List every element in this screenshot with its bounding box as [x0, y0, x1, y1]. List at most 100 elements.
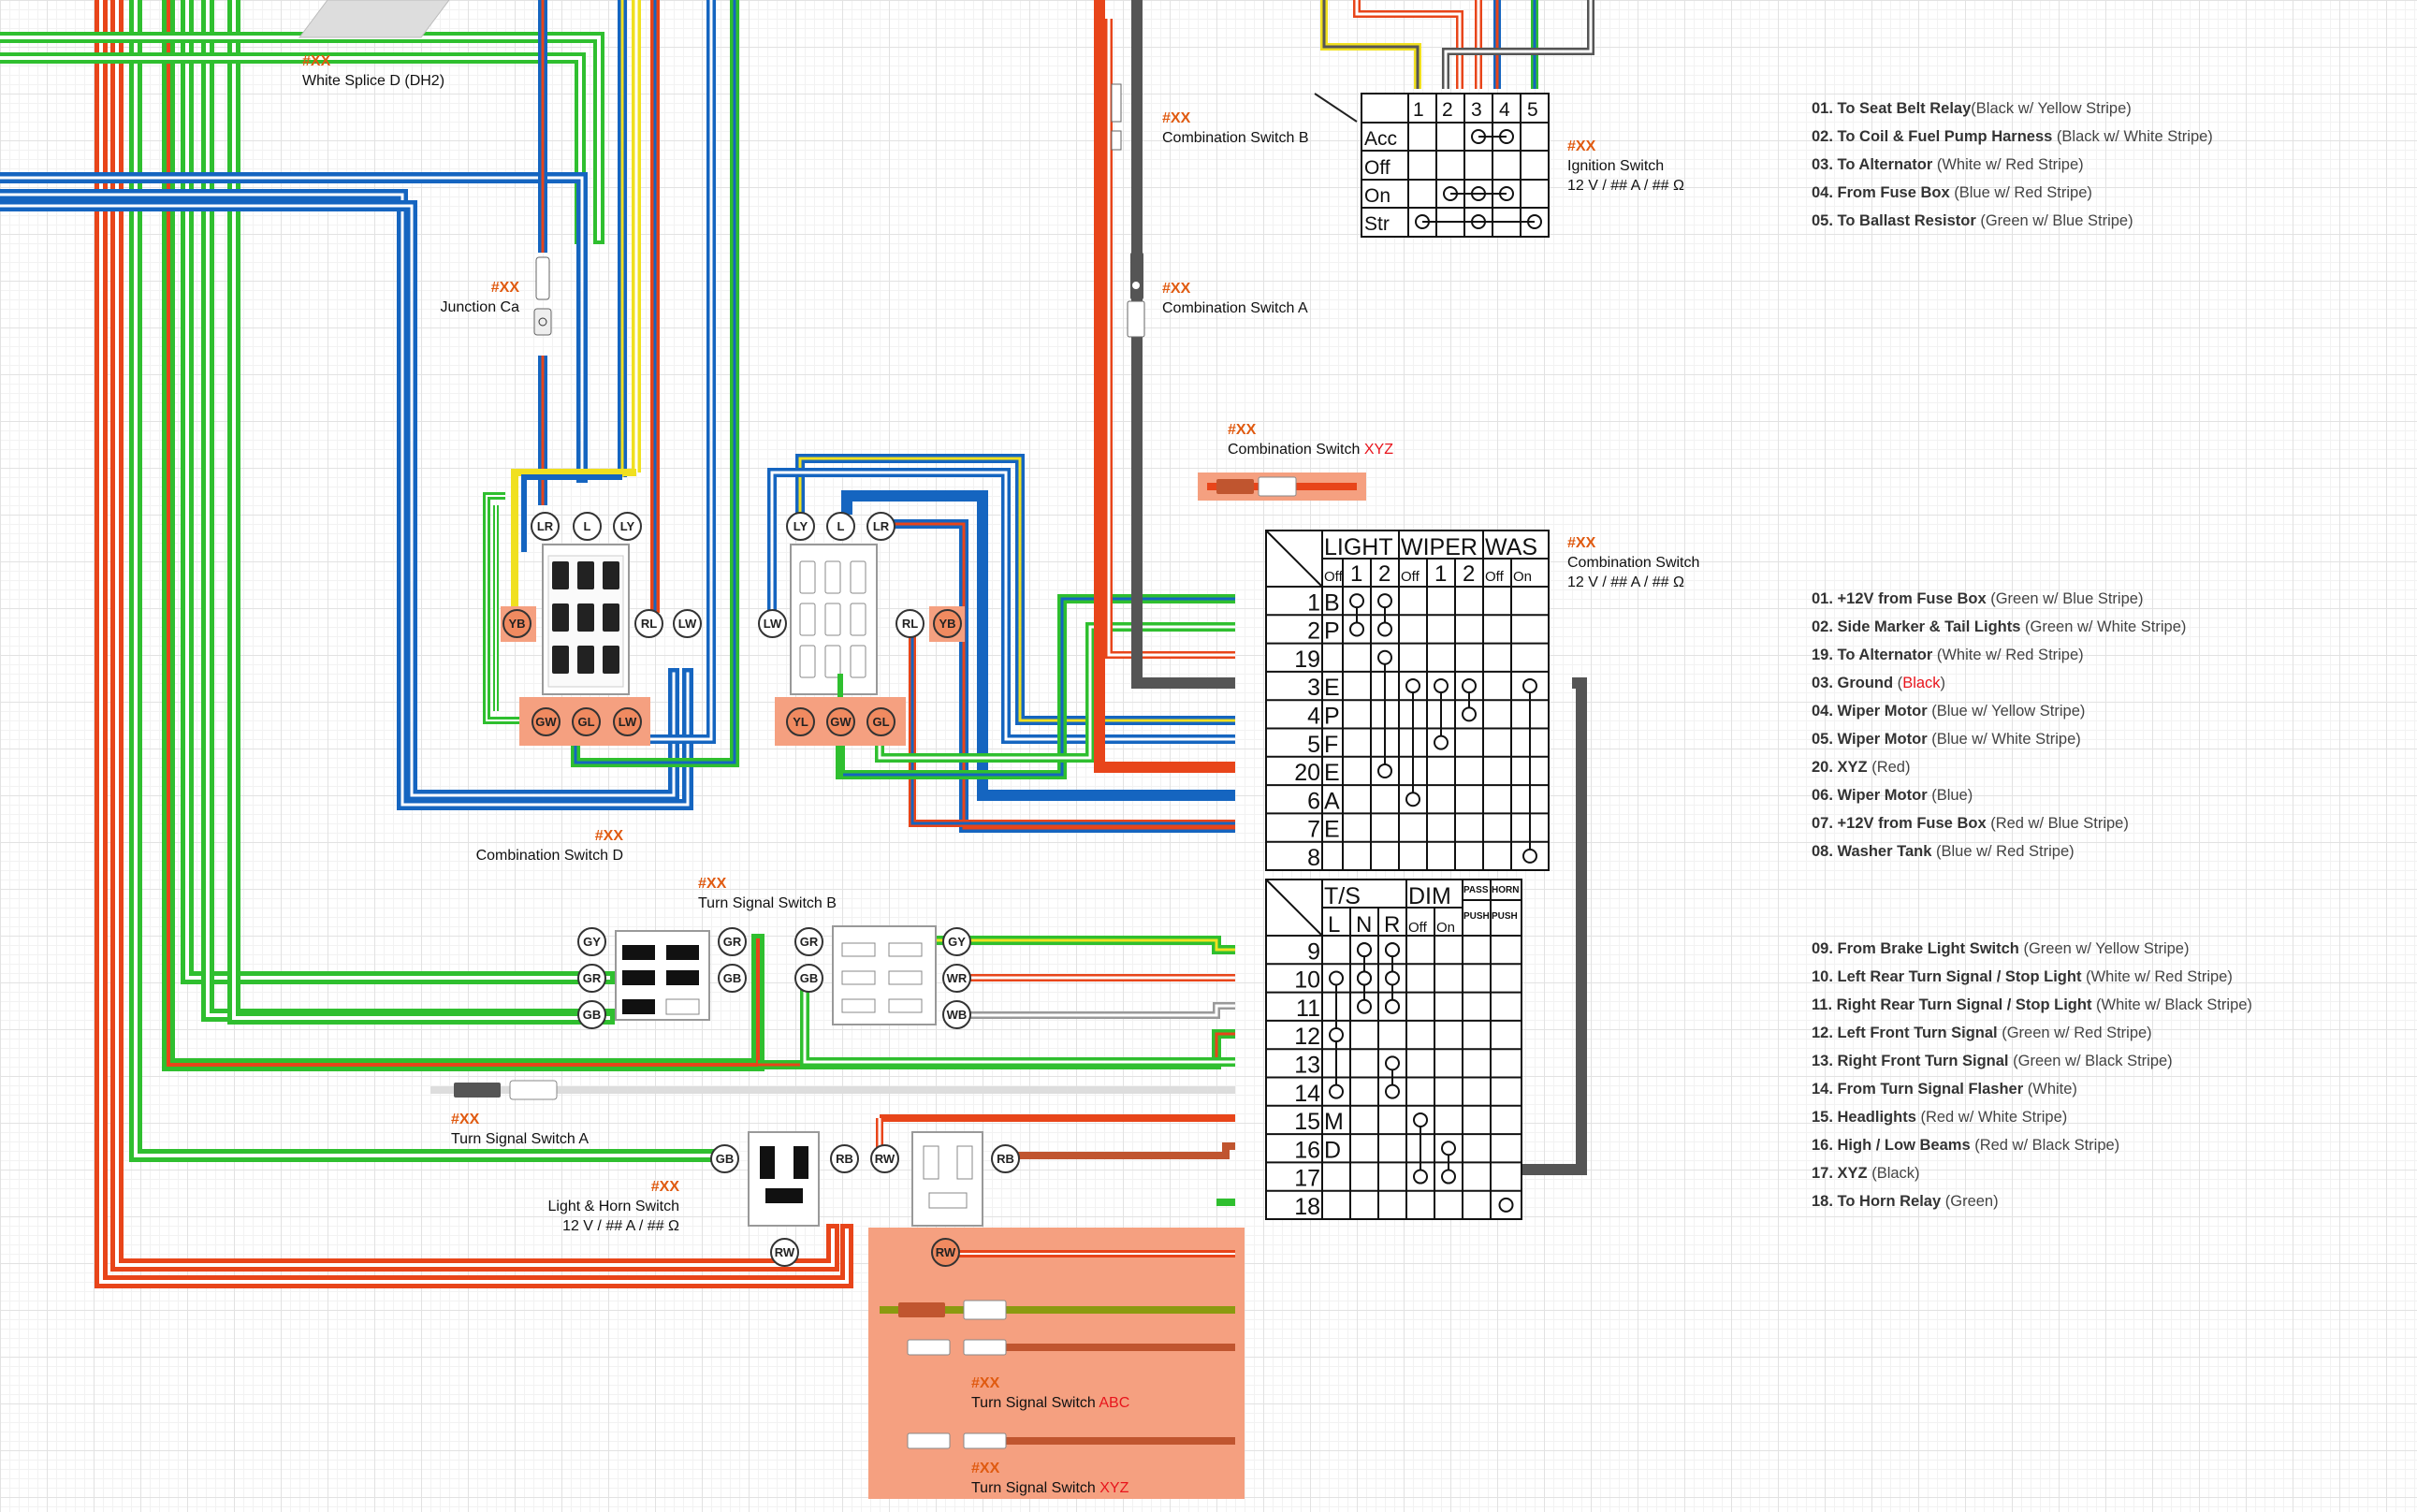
ts-row-letter: D	[1324, 1137, 1341, 1163]
ts-group-3: HORN	[1492, 885, 1519, 895]
legend-lead: 14. From Turn Signal Flasher	[1812, 1081, 2024, 1098]
name-turn-abc: Turn Signal Switch	[971, 1395, 1099, 1411]
combo-contact	[1462, 678, 1477, 694]
code-junction-ca: #XX	[490, 280, 519, 296]
legend-tail-pre: (	[1893, 675, 1903, 691]
legend-tail: (White w/ Red Stripe)	[2081, 968, 2233, 985]
ign-row-acc: Acc	[1364, 128, 1397, 150]
pin-d2-yb: YB	[933, 609, 962, 638]
pin-lh-gb: GB	[710, 1144, 739, 1173]
legend-lead: 04. Wiper Motor	[1812, 703, 1928, 720]
legend-item: 08. Washer Tank (Blue w/ Red Stripe)	[1812, 837, 2186, 865]
pin-d-lw2: LW	[613, 707, 642, 736]
combo-contact	[1405, 678, 1420, 694]
pin-d-yb: YB	[502, 609, 531, 638]
legend-tail: (Red w/ Black Stripe)	[1970, 1137, 2120, 1154]
ts-contact	[1413, 1169, 1428, 1185]
label-combo-xyz: #XX Combination Switch XYZ	[1228, 420, 1393, 459]
ts-sub-2: R	[1384, 912, 1400, 938]
rating-combo: 12 V / ## A / ## Ω	[1567, 574, 1684, 590]
ign-col-4: 4	[1499, 99, 1510, 121]
legend-red: XYZ	[1837, 1165, 1868, 1182]
label-turn-a: #XX Turn Signal Switch A	[451, 1110, 589, 1149]
combo-group-2: WAS	[1485, 534, 1537, 560]
legend-item: 12. Left Front Turn Signal (Green w/ Red…	[1812, 1019, 2252, 1047]
legend-lead: 02. Side Marker & Tail Lights	[1812, 618, 2021, 635]
combo-contact	[1522, 848, 1537, 864]
legend-item: 18. To Horn Relay (Green)	[1812, 1187, 2252, 1215]
ts-contact	[1385, 970, 1400, 986]
legend-item: 07. +12V from Fuse Box (Red w/ Blue Stri…	[1812, 809, 2186, 837]
ts-sub-5: PUSH	[1463, 911, 1490, 922]
legend-name: To Coil & Fuel Pump Harness	[1837, 128, 2053, 145]
legend-item: 03. To Alternator (White w/ Red Stripe)	[1812, 151, 2213, 179]
legend-tail: (Green w/ Red Stripe)	[1997, 1025, 2152, 1041]
ts-contact	[1385, 1055, 1400, 1071]
legend-lead: 11. Right Rear Turn Signal / Stop Light	[1812, 996, 2092, 1013]
combo-row-letter: P	[1324, 618, 1340, 645]
combo-row-num: 2	[1307, 618, 1320, 645]
ts-row-num: 13	[1294, 1053, 1320, 1079]
legend-lead: 08. Washer Tank	[1812, 843, 1932, 860]
legend-lead: 09. From Brake Light Switch	[1812, 940, 2019, 957]
ts-contact	[1385, 1083, 1400, 1099]
ts-row-num: 18	[1294, 1194, 1320, 1220]
combo-d2-terminals	[799, 560, 866, 678]
name-combo-xyz-suffix: XYZ	[1363, 442, 1393, 458]
ts-contact	[1329, 1083, 1344, 1099]
legend-tail: (Blue w/ White Stripe)	[1927, 731, 2081, 748]
legend-tail: (Green w/ Blue Stripe)	[1986, 590, 2144, 607]
pin-d2-l: L	[826, 512, 855, 541]
name-combo-d: Combination Switch D	[475, 848, 623, 864]
pin-d-l: L	[573, 512, 602, 541]
legend-number: 03.	[1812, 156, 1833, 173]
combo-contact	[1377, 621, 1392, 637]
code-turn-abc: #XX	[971, 1375, 1000, 1391]
legend-tail: )	[1940, 675, 1946, 691]
pin-d2-rl: RL	[895, 609, 925, 638]
ts-contact	[1357, 998, 1372, 1014]
ts-row-num: 12	[1294, 1024, 1320, 1050]
ts-b-connector	[615, 930, 710, 1021]
combo-row-letter: E	[1324, 675, 1340, 701]
junction-ca-graphic	[533, 256, 552, 336]
code-turn-a: #XX	[451, 1112, 480, 1127]
name-white-splice: White Splice D (DH2)	[302, 73, 445, 89]
label-white-splice: #XX White Splice D (DH2)	[302, 51, 444, 91]
pin-rb: RB	[991, 1144, 1020, 1173]
name-combo-b: Combination Switch B	[1162, 130, 1309, 146]
pin-d-lw: LW	[673, 609, 702, 638]
legend-tail: (White w/ Red Stripe)	[1932, 647, 2084, 663]
legend-item: 17. XYZ (Black)	[1812, 1159, 2252, 1187]
ts-sub-1: N	[1356, 912, 1372, 938]
ts-sub-6: PUSH	[1492, 911, 1518, 922]
label-combo: #XX Combination Switch 12 V / ## A / ## …	[1567, 533, 1699, 592]
legend-item: 09. From Brake Light Switch (Green w/ Ye…	[1812, 935, 2252, 963]
pin-d-ly: LY	[613, 512, 642, 541]
legend-number: 01.	[1812, 100, 1833, 117]
ts-row-num: 9	[1307, 938, 1320, 965]
code-combo-b: #XX	[1162, 110, 1191, 126]
combo-row-num: 1	[1307, 589, 1320, 616]
name-junction-ca: Junction Ca	[440, 299, 520, 315]
pin-tsb2-gy: GY	[942, 927, 971, 956]
legend-item: 03. Ground (Black)	[1812, 669, 2186, 697]
legend-item: 19. To Alternator (White w/ Red Stripe)	[1812, 641, 2186, 669]
pin-tsb2-wr: WR	[942, 964, 971, 993]
legend-name: To Seat Belt Relay	[1837, 100, 1972, 117]
legend-item: 04. From Fuse Box (Blue w/ Red Stripe)	[1812, 179, 2213, 207]
legend-tail: (Red)	[1867, 759, 1911, 776]
combo-row-letter: A	[1324, 788, 1340, 814]
combo-contact	[1377, 649, 1392, 665]
ign-row-str: Str	[1364, 213, 1390, 235]
ts-group-0: T/S	[1324, 883, 1361, 909]
label-turn-b: #XX Turn Signal Switch B	[698, 874, 837, 913]
label-turn-abc: #XX Turn Signal Switch ABC	[971, 1374, 1129, 1413]
ts-contact	[1329, 1027, 1344, 1043]
pin-tsb2-wb: WB	[942, 1000, 971, 1029]
rating-light-horn: 12 V / ## A / ## Ω	[562, 1218, 679, 1234]
legend-tail: (Blue)	[1927, 787, 1973, 804]
ts-row-letter: M	[1324, 1109, 1344, 1135]
legend-lead: 17.	[1812, 1165, 1838, 1182]
legend-desc: (Green w/ Blue Stripe)	[1975, 212, 2133, 229]
